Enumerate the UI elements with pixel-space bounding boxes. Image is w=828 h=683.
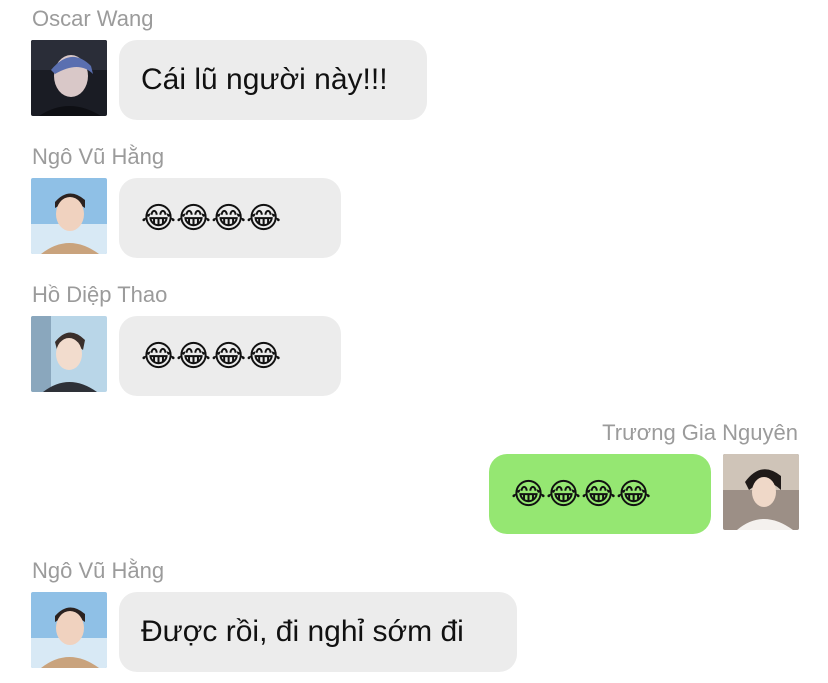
message-text: 😂😂😂😂	[141, 201, 282, 235]
message-text: 😂😂😂😂	[141, 339, 282, 373]
message-bubble[interactable]: Được rồi, đi nghỉ sớm đi	[119, 592, 517, 672]
sender-name: Hồ Diệp Thao	[32, 282, 168, 307]
sender-name: Ngô Vũ Hằng	[32, 558, 165, 583]
message-bubble[interactable]: 😂😂😂😂	[489, 454, 711, 534]
avatar[interactable]	[31, 316, 107, 392]
message-text: 😂😂😂😂	[511, 477, 652, 511]
message-bubble[interactable]: 😂😂😂😂	[119, 178, 341, 258]
avatar[interactable]	[31, 40, 107, 116]
message-text: Được rồi, đi nghỉ sớm đi	[141, 615, 464, 648]
message-bubble[interactable]: 😂😂😂😂	[119, 316, 341, 396]
sender-name: Trương Gia Nguyên	[602, 420, 798, 445]
avatar[interactable]	[723, 454, 799, 530]
sender-name: Ngô Vũ Hằng	[32, 144, 165, 169]
chat-thread[interactable]: Oscar Wang Cái lũ người này!!! Ngô Vũ Hằ…	[0, 0, 828, 683]
sender-name: Oscar Wang	[32, 6, 154, 31]
avatar[interactable]	[31, 178, 107, 254]
avatar[interactable]	[31, 592, 107, 668]
message-bubble[interactable]: Cái lũ người này!!!	[119, 40, 427, 120]
message-text: Cái lũ người này!!!	[141, 63, 388, 96]
